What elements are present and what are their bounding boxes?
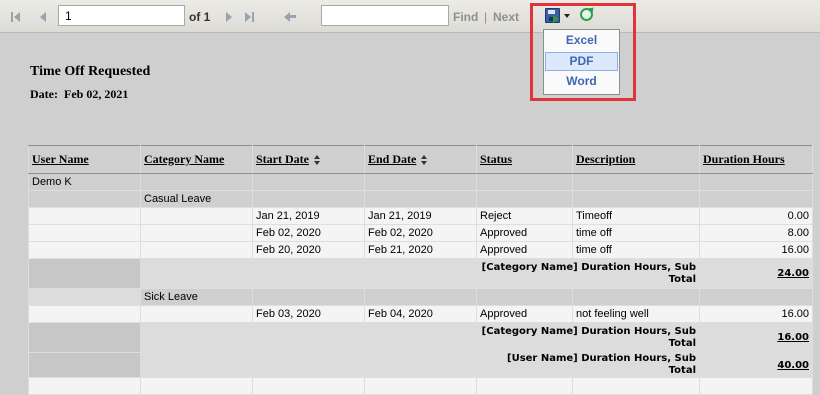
report-date: Feb 02, 2021 — [64, 87, 129, 101]
category-subtotal-row: [Category Name] Duration Hours, Sub Tota… — [28, 258, 813, 289]
first-page-icon[interactable] — [10, 10, 24, 24]
user-name-cell: Demo K — [28, 173, 141, 191]
export-word-item[interactable]: Word — [545, 73, 618, 92]
category-group-row: Sick Leave — [28, 288, 813, 306]
description-cell: time off — [572, 241, 700, 259]
subtotal-label: [Category Name] Duration Hours, Sub Tota… — [476, 258, 700, 289]
last-page-icon[interactable] — [243, 10, 257, 24]
export-menu: Excel PDF Word — [543, 29, 620, 95]
column-header-start-date[interactable]: Start Date — [252, 145, 365, 174]
user-group-row: Demo K — [28, 173, 813, 191]
report-date-label: Date: — [30, 87, 58, 101]
toolbar-separator: | — [484, 10, 488, 24]
export-pdf-item[interactable]: PDF — [545, 52, 618, 71]
category-subtotal-row: [Category Name] Duration Hours, Sub Tota… — [28, 322, 813, 353]
status-cell: Reject — [476, 207, 573, 225]
category-group-row: Casual Leave — [28, 190, 813, 208]
table-row: Feb 20, 2020 Feb 21, 2020 Approved time … — [28, 241, 813, 259]
table-row: Jan 21, 2019 Jan 21, 2019 Reject Timeoff… — [28, 207, 813, 225]
end-date-cell: Feb 21, 2020 — [364, 241, 477, 259]
end-date-cell: Jan 21, 2019 — [364, 207, 477, 225]
prev-page-icon[interactable] — [37, 10, 51, 24]
start-date-cell: Feb 02, 2020 — [252, 224, 365, 242]
page-count-label: of 1 — [189, 10, 211, 24]
end-date-cell: Feb 04, 2020 — [364, 305, 477, 323]
subtotal-label: [Category Name] Duration Hours, Sub Tota… — [476, 322, 700, 353]
start-date-cell: Feb 03, 2020 — [252, 305, 365, 323]
description-cell: Timeoff — [572, 207, 700, 225]
header-row: User Name Category Name Start Date End D… — [28, 145, 813, 174]
category-name-cell: Casual Leave — [140, 190, 253, 208]
column-header-end-date[interactable]: End Date — [364, 145, 477, 174]
table-row: Feb 03, 2020 Feb 04, 2020 Approved not f… — [28, 305, 813, 323]
export-button[interactable] — [543, 7, 573, 25]
subtotal-value: 16.00 — [699, 322, 813, 353]
export-excel-item[interactable]: Excel — [545, 32, 618, 51]
duration-cell: 16.00 — [699, 241, 813, 259]
find-link[interactable]: Find — [453, 10, 478, 24]
duration-cell: 8.00 — [699, 224, 813, 242]
back-icon[interactable] — [284, 10, 298, 24]
next-page-icon[interactable] — [222, 10, 236, 24]
column-header-user-name[interactable]: User Name — [28, 145, 141, 174]
table-row: Feb 02, 2020 Feb 02, 2020 Approved time … — [28, 224, 813, 242]
column-header-description[interactable]: Description — [572, 145, 700, 174]
subtotal-value: 24.00 — [699, 258, 813, 289]
user-total-label: [User Name] Duration Hours, Sub Total — [476, 352, 700, 378]
page-number-input[interactable] — [58, 5, 185, 26]
status-cell: Approved — [476, 224, 573, 242]
refresh-icon[interactable] — [580, 8, 593, 21]
table-row — [28, 377, 813, 395]
chevron-down-icon — [564, 14, 570, 18]
start-date-cell: Jan 21, 2019 — [252, 207, 365, 225]
description-cell: not feeling well — [572, 305, 700, 323]
sort-icon[interactable] — [421, 155, 428, 166]
report-title: Time Off Requested — [30, 64, 151, 79]
column-header-duration-hours[interactable]: Duration Hours — [699, 145, 813, 174]
duration-cell: 16.00 — [699, 305, 813, 323]
description-cell: time off — [572, 224, 700, 242]
report-table: User Name Category Name Start Date End D… — [28, 145, 813, 395]
status-cell: Approved — [476, 305, 573, 323]
export-arrow-icon — [553, 15, 559, 23]
end-date-cell: Feb 02, 2020 — [364, 224, 477, 242]
duration-cell: 0.00 — [699, 207, 813, 225]
column-header-category-name[interactable]: Category Name — [140, 145, 253, 174]
user-subtotal-row: [User Name] Duration Hours, Sub Total 40… — [28, 352, 813, 378]
status-cell: Approved — [476, 241, 573, 259]
report-toolbar: of 1 Find | Next — [0, 0, 820, 33]
sort-icon[interactable] — [313, 155, 321, 166]
column-header-status[interactable]: Status — [476, 145, 573, 174]
start-date-cell: Feb 20, 2020 — [252, 241, 365, 259]
category-name-cell: Sick Leave — [140, 288, 253, 306]
find-next-link[interactable]: Next — [493, 10, 519, 24]
user-total-value: 40.00 — [699, 352, 813, 378]
find-input[interactable] — [321, 5, 449, 26]
